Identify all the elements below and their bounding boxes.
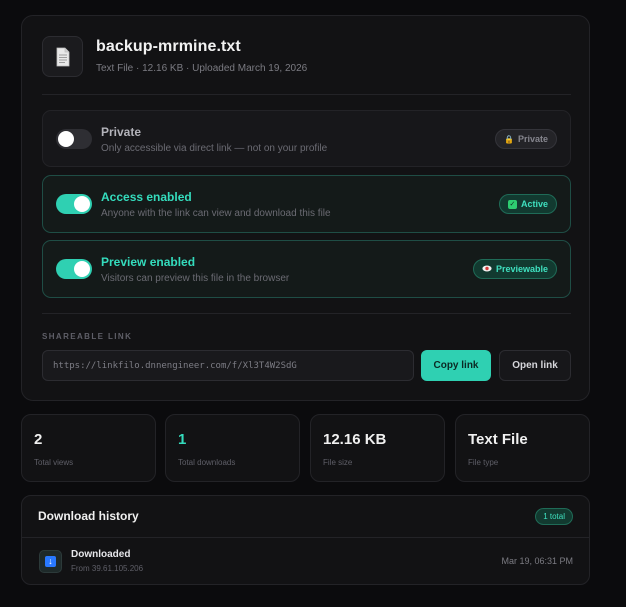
toggle-knob	[74, 261, 90, 277]
stat-file-type: Text File File type	[455, 414, 590, 482]
setting-title: Access enabled	[101, 190, 192, 204]
stat-value: 2	[34, 431, 43, 448]
file-header: backup-mrmine.txt Text File · 12.16 KB ·…	[42, 36, 571, 94]
shareable-link-label: SHAREABLE LINK	[42, 332, 133, 341]
open-link-button[interactable]: Open link	[499, 350, 571, 381]
setting-description: Anyone with the link can view and downlo…	[101, 208, 331, 219]
download-history-card: Download history 1 total ↓ Downloaded Fr…	[21, 495, 590, 585]
stat-value: 1	[178, 431, 187, 448]
file-meta: Text File · 12.16 KB · Uploaded March 19…	[96, 63, 308, 74]
stat-value: Text File	[468, 431, 528, 448]
setting-title: Private	[101, 125, 142, 139]
file-details-card: backup-mrmine.txt Text File · 12.16 KB ·…	[21, 15, 590, 401]
toggle-knob	[58, 131, 74, 147]
active-badge: ✓ Active	[498, 194, 557, 214]
stat-label: File type	[468, 458, 499, 467]
preview-toggle[interactable]	[56, 259, 92, 279]
stat-value: 12.16 KB	[323, 431, 387, 448]
event-source: From 39.61.105.206	[71, 564, 144, 573]
toggle-knob	[74, 196, 90, 212]
private-toggle[interactable]	[56, 129, 92, 149]
private-badge: 🔒 Private	[495, 129, 557, 149]
file-name: backup-mrmine.txt	[96, 38, 241, 55]
stat-file-size: 12.16 KB File size	[310, 414, 445, 482]
setting-access: Access enabled Anyone with the link can …	[42, 175, 571, 233]
header-divider	[42, 94, 571, 95]
lock-icon: 🔒	[504, 134, 514, 144]
total-badge: 1 total	[535, 508, 573, 525]
stat-label: File size	[323, 458, 353, 467]
event-title: Downloaded	[71, 549, 131, 560]
badge-label: Private	[517, 134, 548, 144]
setting-description: Only accessible via direct link — not on…	[101, 143, 328, 154]
list-item: ↓ Downloaded From 39.61.105.206 Mar 19, …	[22, 538, 589, 584]
stat-label: Total views	[34, 458, 74, 467]
settings-divider	[42, 313, 571, 314]
access-toggle[interactable]	[56, 194, 92, 214]
previewable-badge: Previewable	[472, 259, 557, 279]
setting-private: Private Only accessible via direct link …	[42, 110, 571, 167]
eye-icon	[482, 265, 492, 274]
stat-total-downloads: 1 Total downloads	[165, 414, 300, 482]
document-icon	[42, 36, 83, 77]
stat-label: Total downloads	[178, 458, 236, 467]
download-icon: ↓	[39, 550, 62, 573]
badge-label: Previewable	[495, 264, 548, 274]
setting-title: Preview enabled	[101, 255, 196, 269]
download-history-title: Download history	[38, 509, 139, 523]
event-time: Mar 19, 06:31 PM	[501, 556, 573, 566]
setting-preview: Preview enabled Visitors can preview thi…	[42, 240, 571, 298]
stat-total-views: 2 Total views	[21, 414, 156, 482]
check-icon: ✓	[507, 199, 517, 209]
setting-description: Visitors can preview this file in the br…	[101, 273, 290, 284]
copy-link-button[interactable]: Copy link	[421, 350, 491, 381]
shareable-link-field[interactable]: https://linkfilo.dnnengineer.com/f/Xl3T4…	[42, 350, 414, 381]
badge-label: Active	[520, 199, 548, 209]
